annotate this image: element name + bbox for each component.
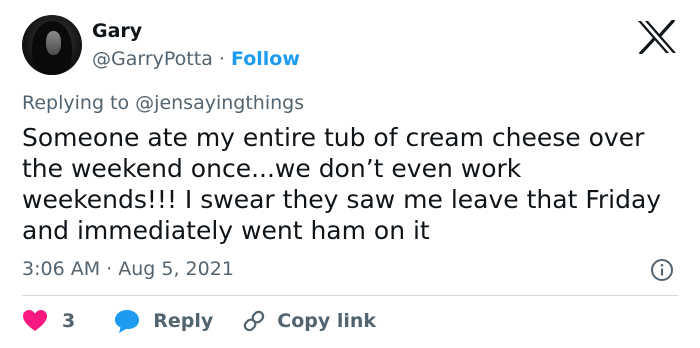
info-icon[interactable] [650, 258, 674, 282]
heart-icon [23, 310, 47, 331]
speech-bubble-icon [115, 310, 140, 333]
avatar[interactable] [22, 15, 82, 75]
author-handle-line: @GarryPotta · Follow [92, 48, 300, 70]
like-count: 3 [62, 310, 76, 332]
copy-link-button[interactable]: Copy link [241, 308, 376, 334]
copy-link-label: Copy link [277, 310, 377, 332]
follow-button[interactable]: Follow [231, 48, 300, 70]
replying-mention[interactable]: @jensayingthings [135, 92, 304, 114]
tweet-card: Gary @GarryPotta · Follow Replying to @j… [0, 0, 700, 348]
divider [22, 295, 678, 296]
meta-separator: · [106, 258, 113, 280]
reply-button[interactable]: Reply [113, 308, 213, 334]
tweet-date: Aug 5, 2021 [118, 258, 234, 280]
avatar-face [46, 31, 61, 55]
author-name[interactable]: Gary [92, 20, 142, 42]
reply-label: Reply [153, 310, 214, 332]
replying-to: Replying to @jensayingthings [22, 92, 304, 114]
tweet-timestamp[interactable]: 3:06 AM · Aug 5, 2021 [22, 258, 234, 280]
tweet-time: 3:06 AM [22, 258, 101, 280]
action-bar: 3 Reply Copy link [22, 306, 376, 336]
replying-prefix: Replying to [22, 92, 130, 114]
like-button[interactable]: 3 [22, 309, 75, 333]
author-handle[interactable]: @GarryPotta [92, 48, 213, 70]
tweet-text: Someone ate my entire tub of cream chees… [22, 123, 662, 245]
link-icon [244, 310, 265, 332]
x-logo-icon[interactable] [636, 20, 678, 54]
handle-separator: · [218, 48, 225, 70]
